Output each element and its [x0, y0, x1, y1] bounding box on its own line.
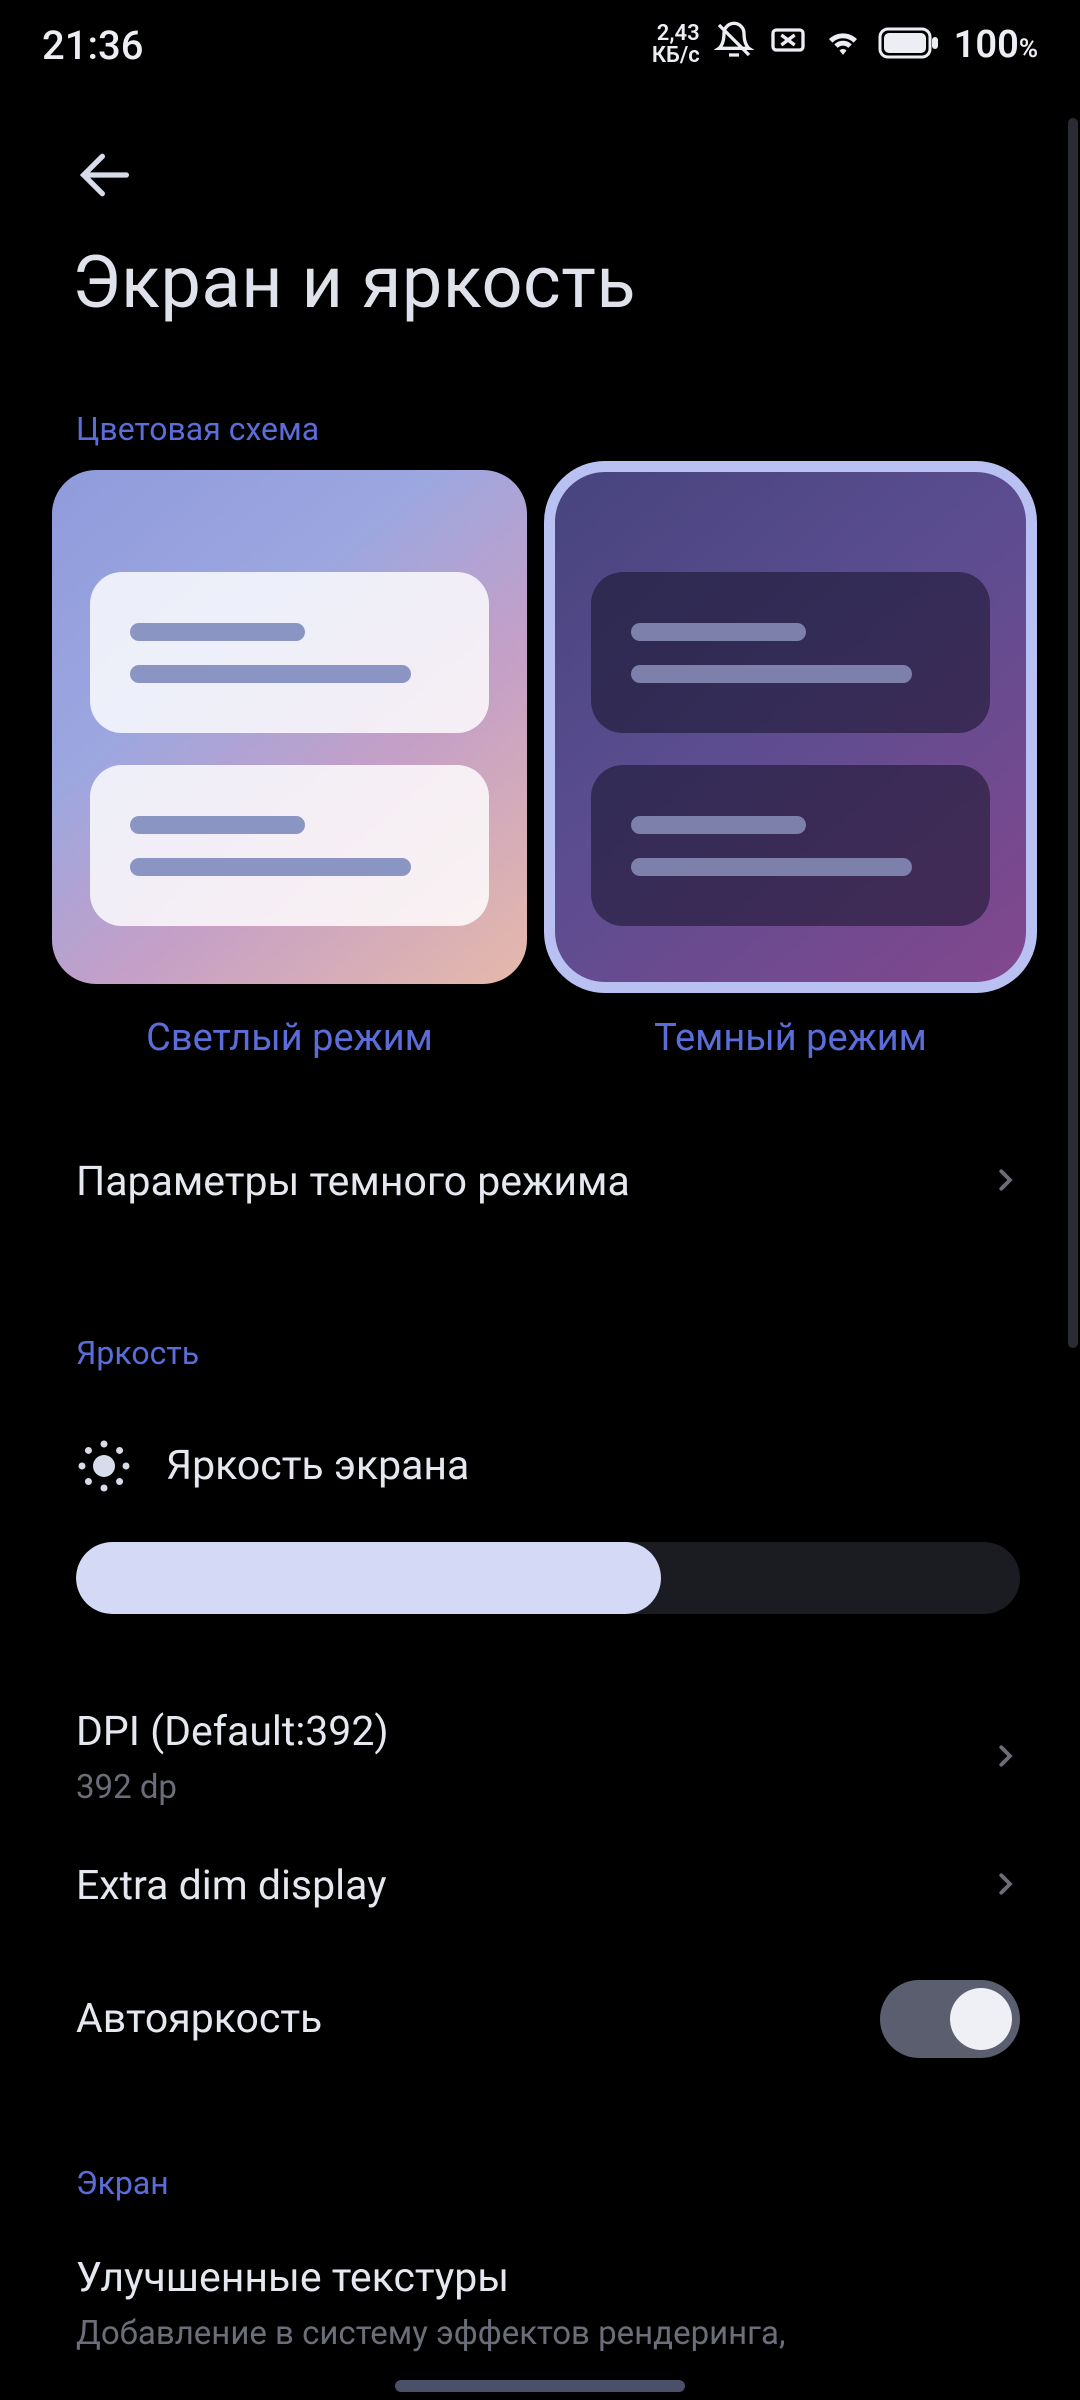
dnd-icon — [714, 20, 754, 70]
brightness-slider-fill — [76, 1542, 661, 1614]
status-right: 2,43 КБ/с 100% — [652, 19, 1038, 71]
back-button[interactable] — [60, 130, 150, 220]
section-brightness: Яркость — [76, 1334, 199, 1372]
dark-mode-settings-row[interactable]: Параметры темного режима — [76, 1158, 1020, 1206]
row-label: DPI (Default:392) — [76, 1708, 389, 1756]
brightness-slider[interactable] — [76, 1542, 1020, 1614]
dark-mode-preview — [553, 470, 1028, 984]
status-time: 21:36 — [42, 22, 143, 69]
toggle-knob — [950, 1988, 1012, 2050]
brightness-icon — [76, 1438, 132, 1494]
textures-row[interactable]: Улучшенные текстуры Добавление в систему… — [76, 2254, 1020, 2353]
row-sublabel: 392 dp — [76, 1768, 389, 1807]
battery-icon — [878, 22, 940, 69]
auto-brightness-toggle[interactable] — [880, 1980, 1020, 2058]
color-scheme-cards: Светлый режим Темный режим — [52, 470, 1028, 1060]
chevron-right-icon — [990, 1158, 1020, 1206]
nav-indicator[interactable] — [395, 2380, 685, 2392]
light-mode-preview — [52, 470, 527, 984]
chevron-right-icon — [990, 1734, 1020, 1782]
battery-percent: 100% — [954, 23, 1038, 67]
chevron-right-icon — [990, 1862, 1020, 1910]
row-sublabel: Добавление в систему эффектов рендеринга… — [76, 2314, 785, 2353]
light-mode-option[interactable]: Светлый режим — [52, 470, 527, 1060]
status-bar: 21:36 2,43 КБ/с 100% — [0, 0, 1080, 90]
wifi-icon — [822, 19, 864, 71]
section-screen: Экран — [76, 2164, 169, 2202]
row-label: Автояркость — [76, 1995, 322, 2043]
auto-brightness-row: Автояркость — [76, 1980, 1020, 2058]
dpi-row[interactable]: DPI (Default:392) 392 dp — [76, 1708, 1020, 1807]
extra-dim-row[interactable]: Extra dim display — [76, 1862, 1020, 1910]
light-mode-label: Светлый режим — [146, 1016, 433, 1060]
section-color-scheme: Цветовая схема — [76, 410, 319, 448]
brightness-label: Яркость экрана — [166, 1442, 469, 1490]
brightness-control: Яркость экрана — [76, 1438, 1020, 1614]
dark-mode-label: Темный режим — [654, 1016, 927, 1060]
network-speed: 2,43 КБ/с — [652, 23, 700, 67]
sim-off-icon — [768, 20, 808, 70]
row-label: Extra dim display — [76, 1862, 386, 1910]
dark-mode-option[interactable]: Темный режим — [553, 470, 1028, 1060]
row-label: Параметры темного режима — [76, 1158, 630, 1206]
page-title: Экран и яркость — [72, 240, 636, 325]
row-label: Улучшенные текстуры — [76, 2254, 785, 2302]
scrollbar[interactable] — [1068, 118, 1078, 1348]
